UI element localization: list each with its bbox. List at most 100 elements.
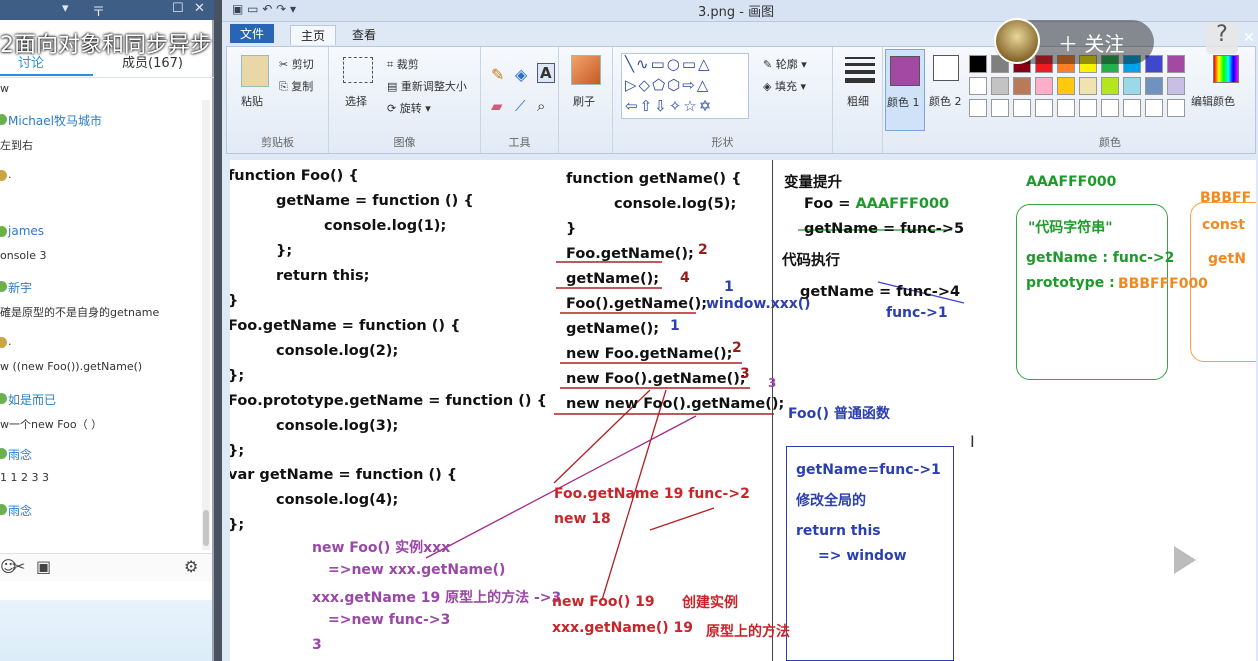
empty-swatch[interactable] bbox=[1123, 99, 1141, 117]
play-button[interactable] bbox=[1138, 524, 1224, 598]
cut-button[interactable]: ✂ 剪切 bbox=[279, 56, 314, 72]
empty-swatch[interactable] bbox=[991, 99, 1009, 117]
select-button[interactable]: 选择 bbox=[345, 93, 367, 109]
empty-swatch[interactable] bbox=[1145, 99, 1163, 117]
foo-assign: Foo = AAAFFF000 bbox=[804, 196, 949, 212]
answer: 3 bbox=[768, 376, 777, 390]
empty-swatch[interactable] bbox=[1101, 99, 1119, 117]
chat-username[interactable]: james bbox=[8, 224, 44, 238]
fill-label: 填充 bbox=[774, 80, 797, 93]
chat-username[interactable]: 雨念 bbox=[8, 502, 32, 519]
eraser-icon[interactable]: ▰ bbox=[491, 97, 503, 115]
outline-button[interactable]: ✎ 轮廓 ▾ bbox=[763, 56, 807, 72]
brush-icon[interactable] bbox=[571, 55, 601, 85]
fill-bucket-icon[interactable]: ◈ bbox=[515, 65, 527, 84]
pencil-icon[interactable]: ✎ bbox=[491, 65, 504, 84]
help-icon[interactable]: ? bbox=[1206, 22, 1238, 54]
fill-button[interactable]: ◈ 填充 ▾ bbox=[763, 78, 806, 94]
tab-file[interactable]: 文件 bbox=[230, 24, 275, 43]
foo-note: Foo() 普通函数 bbox=[788, 406, 890, 422]
getname-exec: getName = func->4 bbox=[800, 284, 961, 300]
color-swatch[interactable] bbox=[1145, 77, 1163, 95]
color2-selector[interactable]: 颜色 2 bbox=[929, 49, 965, 131]
follow-button[interactable]: ＋ 关注 bbox=[994, 18, 1154, 64]
collapse-icon[interactable]: ▾ bbox=[62, 1, 69, 16]
close-icon[interactable]: ✕ bbox=[1243, 30, 1255, 46]
drawing-canvas[interactable]: function Foo() { getName = function () {… bbox=[230, 160, 1256, 661]
chat-username[interactable]: 新宇 bbox=[8, 279, 32, 296]
size-button[interactable]: 粗细 bbox=[847, 93, 869, 109]
color-swatch[interactable] bbox=[969, 77, 987, 95]
group-label: 形状 bbox=[711, 136, 734, 149]
rotate-button[interactable]: ⟳ 旋转 ▾ bbox=[387, 100, 431, 116]
resize-button[interactable]: ▤ 重新调整大小 bbox=[387, 78, 467, 94]
resize-label: 重新调整大小 bbox=[400, 80, 467, 93]
chat-username[interactable]: 如是而已 bbox=[8, 391, 56, 408]
tab-home[interactable]: 主页 bbox=[290, 25, 337, 45]
color-swatch[interactable] bbox=[969, 55, 987, 73]
code-line: }; bbox=[230, 368, 245, 384]
copy-button[interactable]: ⎘ 复制 bbox=[279, 78, 313, 94]
empty-swatch[interactable] bbox=[1079, 99, 1097, 117]
tools-group: ✎ ◈ A ▰ ⟋ ⌕ 工具 bbox=[481, 47, 559, 153]
outline-label: 轮廓 bbox=[775, 58, 798, 71]
color-swatch[interactable] bbox=[1013, 77, 1031, 95]
chat-input-area[interactable] bbox=[0, 600, 212, 661]
color-swatch[interactable] bbox=[1167, 77, 1185, 95]
edit-colors-icon[interactable] bbox=[1213, 55, 1239, 83]
color-swatch[interactable] bbox=[991, 77, 1009, 95]
scissors-icon[interactable]: ✂ bbox=[12, 557, 25, 576]
avatar bbox=[0, 281, 7, 292]
empty-swatch[interactable] bbox=[1035, 99, 1053, 117]
box-line: => window bbox=[818, 548, 907, 564]
settings-icon[interactable]: ⚙ bbox=[184, 557, 198, 576]
close-icon[interactable]: ✕ bbox=[194, 1, 205, 16]
select-icon[interactable] bbox=[343, 57, 373, 83]
size-icon[interactable] bbox=[845, 57, 875, 83]
uploader-avatar[interactable] bbox=[994, 18, 1040, 64]
pin-icon[interactable]: 〒 bbox=[92, 1, 105, 20]
brush-button[interactable]: 刷子 bbox=[573, 93, 595, 109]
color-swatch[interactable] bbox=[1123, 77, 1141, 95]
empty-swatch[interactable] bbox=[1167, 99, 1185, 117]
text-cursor-icon: I bbox=[970, 432, 975, 451]
color-swatch[interactable] bbox=[1101, 77, 1119, 95]
scroll-thumb[interactable] bbox=[203, 510, 209, 546]
chat-scrollbar[interactable] bbox=[202, 100, 210, 550]
code-line: } bbox=[566, 221, 577, 237]
shapes-gallery[interactable]: ╲∿▭○▭△ ▷◇⬠⬡⇨△ ⇦⇧⇩✧☆✡ bbox=[621, 53, 749, 119]
empty-swatch[interactable] bbox=[1057, 99, 1075, 117]
chat-username[interactable]: 雨念 bbox=[8, 446, 32, 463]
answer: 2 bbox=[732, 340, 742, 356]
color-swatch[interactable] bbox=[1145, 55, 1163, 73]
chat-message: . bbox=[8, 335, 12, 348]
color-swatch[interactable] bbox=[1079, 77, 1097, 95]
color-swatch[interactable] bbox=[1167, 55, 1185, 73]
box-line: return this bbox=[796, 523, 881, 539]
crop-button[interactable]: ⌗ 裁剪 bbox=[387, 56, 419, 72]
color-picker-icon[interactable]: ⟋ bbox=[515, 97, 526, 115]
paste-button[interactable]: 粘贴 bbox=[241, 93, 263, 109]
empty-swatch[interactable] bbox=[969, 99, 987, 117]
prototype-label: prototype : bbox=[1026, 275, 1115, 291]
note: new 18 bbox=[554, 511, 611, 527]
magnifier-icon[interactable]: ⌕ bbox=[537, 97, 545, 115]
window-icon[interactable]: ☐ bbox=[172, 1, 184, 16]
color-swatch[interactable] bbox=[1035, 77, 1053, 95]
paste-icon[interactable] bbox=[241, 55, 269, 87]
tab-view[interactable]: 查看 bbox=[342, 25, 386, 44]
avatar bbox=[0, 226, 7, 237]
text-tool-icon[interactable]: A bbox=[537, 63, 555, 83]
shapes-group: ╲∿▭○▭△ ▷◇⬠⬡⇨△ ⇦⇧⇩✧☆✡ ✎ 轮廓 ▾ ◈ 填充 ▾ 形状 bbox=[613, 47, 833, 153]
chat-username[interactable]: Michael牧马城市 bbox=[8, 112, 102, 129]
paint-window: ▣ ▭ ↶ ↷ ▾ 3.png - 画图 文件 主页 查看 粘贴 ✂ 剪切 ⎘ … bbox=[222, 0, 1258, 661]
code-line: var getName = function () { bbox=[230, 467, 458, 483]
color1-selector[interactable]: 颜色 1 bbox=[885, 49, 925, 131]
getname-func2: getName : func->2 bbox=[1026, 250, 1175, 266]
chat-message: . bbox=[8, 168, 12, 181]
color-swatch[interactable] bbox=[1057, 77, 1075, 95]
image-icon[interactable]: ▣ bbox=[36, 557, 51, 576]
empty-swatch[interactable] bbox=[1013, 99, 1031, 117]
edit-colors-button[interactable]: 编辑颜色 bbox=[1191, 93, 1235, 109]
quick-access-icons[interactable]: ▣ ▭ ↶ ↷ ▾ bbox=[232, 2, 296, 16]
